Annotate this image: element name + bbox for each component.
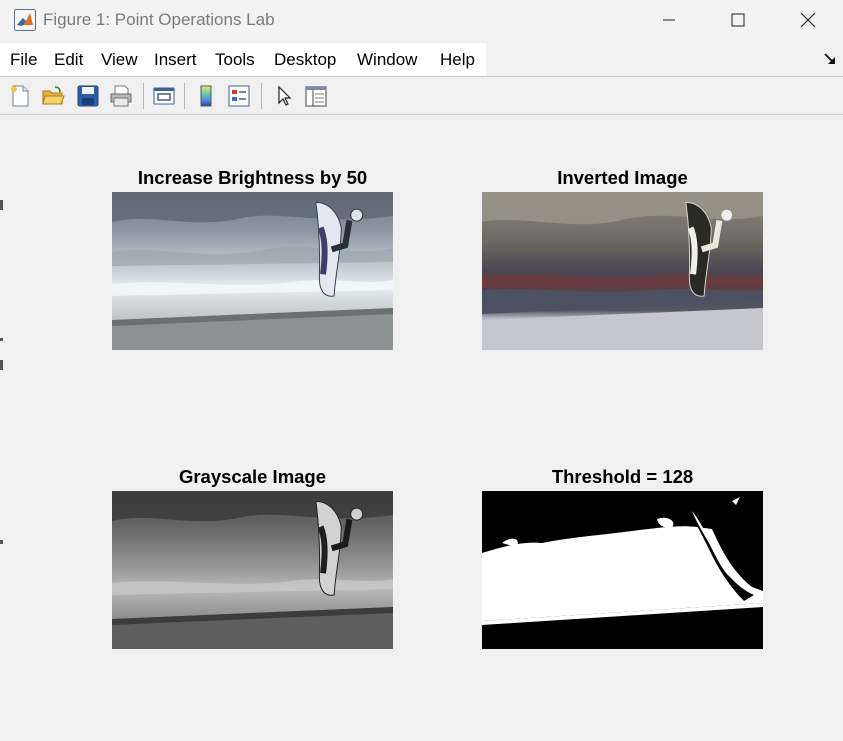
inverted-image[interactable] <box>482 192 763 350</box>
menu-view[interactable]: View <box>101 50 138 70</box>
edit-plot-button[interactable] <box>270 82 298 110</box>
grayscale-axes-title: Grayscale Image <box>178 466 327 487</box>
save-icon <box>77 85 99 107</box>
figure-window: Figure 1: Point Operations Lab File Edit… <box>0 0 843 741</box>
figure-toolbar <box>0 77 843 114</box>
property-inspector-icon <box>305 86 327 107</box>
menu-window[interactable]: Window <box>357 50 417 70</box>
brightness-axes-title: Increase Brightness by 50 <box>137 167 368 188</box>
menu-desktop[interactable]: Desktop <box>274 50 336 70</box>
threshold-image[interactable] <box>482 491 763 649</box>
menu-help[interactable]: Help <box>440 50 475 70</box>
toolbar-separator <box>261 83 262 109</box>
maximize-icon <box>731 13 745 27</box>
window-title: Figure 1: Point Operations Lab <box>43 10 275 29</box>
menu-bar: File Edit View Insert Tools Desktop Wind… <box>0 43 843 76</box>
property-inspector-button[interactable] <box>302 82 330 110</box>
new-figure-icon <box>11 85 29 107</box>
maximize-button[interactable] <box>703 0 773 40</box>
minimize-button[interactable] <box>634 0 704 40</box>
grayscale-image[interactable] <box>112 491 393 649</box>
close-button[interactable] <box>773 0 843 40</box>
print-icon <box>110 85 132 107</box>
save-button[interactable] <box>74 82 102 110</box>
brightened-image[interactable] <box>112 192 393 350</box>
close-icon <box>800 12 816 28</box>
inverted-axes-title: Inverted Image <box>557 167 688 188</box>
insert-colorbar-button[interactable] <box>192 82 220 110</box>
menu-edit[interactable]: Edit <box>54 50 83 70</box>
toolbar-separator <box>143 83 144 109</box>
new-figure-button[interactable] <box>6 82 34 110</box>
menu-file[interactable]: File <box>10 50 37 70</box>
menu-insert[interactable]: Insert <box>154 50 197 70</box>
matlab-logo-icon <box>14 9 36 31</box>
open-file-icon <box>42 86 65 105</box>
select-arrow-icon <box>278 85 292 106</box>
toolbar-separator <box>184 83 185 109</box>
minimize-icon <box>663 19 675 21</box>
insert-legend-button[interactable] <box>225 82 253 110</box>
threshold-axes-title: Threshold = 128 <box>551 466 694 487</box>
title-bar: Figure 1: Point Operations Lab <box>0 0 843 40</box>
dock-figure-icon[interactable] <box>823 52 837 66</box>
open-file-button[interactable] <box>39 82 67 110</box>
link-plot-button[interactable] <box>150 82 178 110</box>
legend-icon <box>228 85 250 107</box>
colorbar-icon <box>200 85 212 107</box>
print-button[interactable] <box>107 82 135 110</box>
link-plot-icon <box>153 87 175 105</box>
menu-tools[interactable]: Tools <box>215 50 255 70</box>
